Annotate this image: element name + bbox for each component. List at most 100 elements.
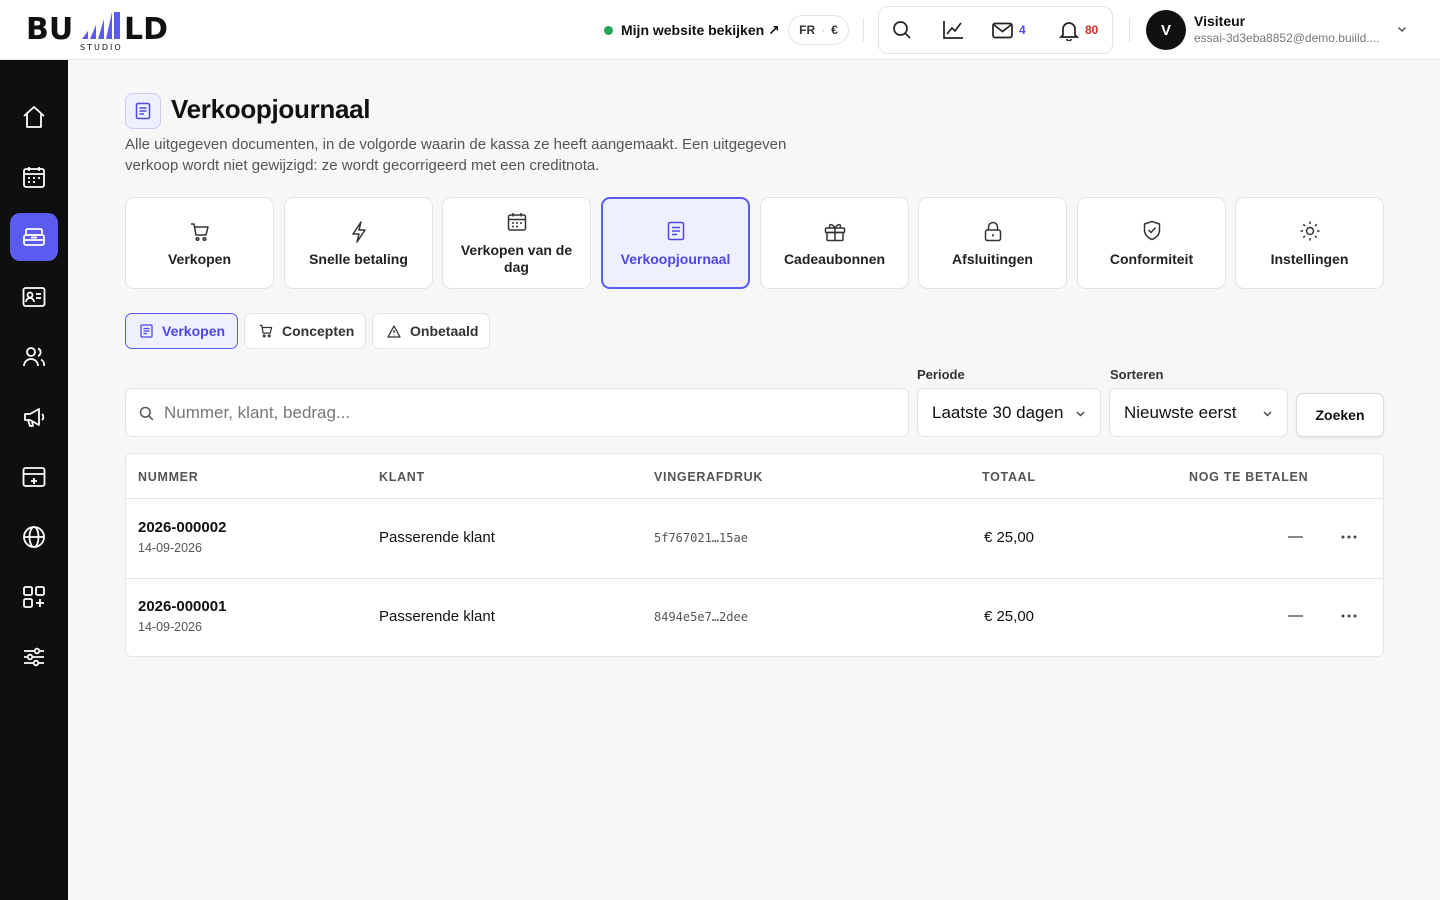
column-header-total[interactable]: TOTAAL [982,470,1036,484]
avatar: V [1146,10,1186,50]
lock-icon [984,221,1001,242]
period-value: Laatste 30 dagen [932,403,1064,422]
search-field[interactable] [125,388,909,437]
sort-label: Sorteren [1110,367,1164,382]
nav-settings[interactable] [10,633,58,681]
nav-calendar[interactable] [10,153,58,201]
nav-marketing[interactable] [10,393,58,441]
category-card-closures[interactable]: Afsluitingen [918,197,1067,289]
nav-website[interactable] [10,513,58,561]
messages-count: 4 [1019,23,1026,37]
svg-text:LD: LD [124,12,168,47]
calendar-icon [23,167,45,188]
subtab-sales[interactable]: Verkopen [125,313,238,349]
document-icon [140,324,153,338]
globe-icon [23,526,45,548]
online-status-dot [604,25,613,35]
brand-logo[interactable]: BU LD STUDIO [26,9,186,53]
nav-apps[interactable] [10,573,58,621]
home-icon [23,106,45,128]
category-card-gift-cards[interactable]: Cadeaubonnen [760,197,909,289]
mail-icon [992,22,1013,38]
language-currency-switch[interactable]: FR · € [788,15,849,45]
category-card-compliance[interactable]: Conformiteit [1077,197,1226,289]
id-card-icon [22,287,46,307]
dot-separator: · [821,23,826,37]
toolbar-group: 4 80 [878,6,1113,54]
page-title: Verkoopjournaal [171,94,371,124]
category-card-settings[interactable]: Instellingen [1235,197,1384,289]
shield-check-icon [1143,220,1160,241]
users-icon [23,347,45,367]
divider [863,18,864,42]
sale-amount-due: — [1288,607,1303,624]
subtab-label: Concepten [282,323,355,339]
currency-symbol: € [831,23,838,37]
page-title-icon [125,93,161,129]
notifications-button[interactable]: 80 [1059,7,1098,53]
sale-client: Passerende klant [379,608,495,625]
nav-payments[interactable] [10,453,58,501]
megaphone-icon [24,408,45,427]
cash-register-icon [23,228,45,246]
logo-graphic: BU LD STUDIO [26,12,168,52]
search-submit-button[interactable]: Zoeken [1296,393,1384,437]
statistics-button[interactable] [942,7,964,53]
page-description: Alle uitgegeven documenten, in de volgor… [125,136,787,174]
view-website-link[interactable]: Mijn website bekijken ↗ [604,19,780,41]
sale-client: Passerende klant [379,529,495,546]
nav-contacts[interactable] [10,273,58,321]
cart-icon [259,324,273,338]
search-button[interactable] [892,7,912,53]
column-header-client[interactable]: KLANT [379,470,425,484]
nav-home[interactable] [10,93,58,141]
sale-fingerprint: 8494e5e7…2dee [654,610,748,624]
sort-select[interactable]: Nieuwste eerst [1109,388,1288,437]
chevron-down-icon [1397,26,1407,33]
row-actions-button[interactable] [1337,527,1361,547]
warning-icon [387,324,401,338]
subtab-unpaid[interactable]: Onbetaald [372,313,490,349]
divider [1129,18,1130,42]
sale-number[interactable]: 2026-000002 [138,519,226,536]
category-label: Verkopen van de dag [460,242,573,275]
subtab-label: Onbetaald [410,323,479,339]
language-code: FR [799,23,816,37]
sale-total: € 25,00 [983,529,1034,546]
logo-sub: STUDIO [80,43,123,52]
category-label: Conformiteit [1109,251,1194,267]
bell-icon [1059,21,1079,41]
nav-checkout[interactable] [10,213,58,261]
messages-button[interactable]: 4 [992,7,1026,53]
lightning-icon [351,221,366,243]
view-website-label: Mijn website bekijken ↗ [621,21,780,38]
apps-add-icon [23,586,45,608]
subtab-drafts[interactable]: Concepten [244,313,366,349]
payment-terminal-icon [22,467,46,487]
search-icon [139,406,154,421]
sale-date: 14-09-2026 [138,620,202,634]
category-card-sales-of-day[interactable]: Verkopen van de dag [442,197,591,289]
period-label: Periode [917,367,965,382]
category-card-sales[interactable]: Verkopen [125,197,274,289]
chevron-down-icon [1263,411,1272,417]
sliders-icon [24,647,44,667]
category-label: Snelle betaling [309,251,408,267]
table-row[interactable]: 2026-000002 14-09-2026 Passerende klant … [126,499,1383,578]
cart-icon [190,223,209,242]
column-header-due[interactable]: NOG TE BETALEN [1189,470,1308,484]
search-input[interactable] [164,389,894,436]
sale-number[interactable]: 2026-000001 [138,598,226,615]
sale-total: € 25,00 [983,608,1034,625]
row-actions-button[interactable] [1337,606,1361,626]
period-select[interactable]: Laatste 30 dagen [917,388,1101,437]
user-menu[interactable]: V Visiteur essai-3d3eba8852@demo.buiild.… [1146,10,1416,50]
column-header-number[interactable]: NUMMER [138,470,198,484]
nav-customers[interactable] [10,333,58,381]
category-card-quick-payment[interactable]: Snelle betaling [284,197,433,289]
category-card-sales-journal[interactable]: Verkoopjournaal [601,197,750,289]
column-header-fingerprint[interactable]: VINGERAFDRUK [654,470,763,484]
sun-gear-icon [1300,221,1319,241]
document-icon [135,102,151,120]
table-row[interactable]: 2026-000001 14-09-2026 Passerende klant … [126,578,1383,657]
